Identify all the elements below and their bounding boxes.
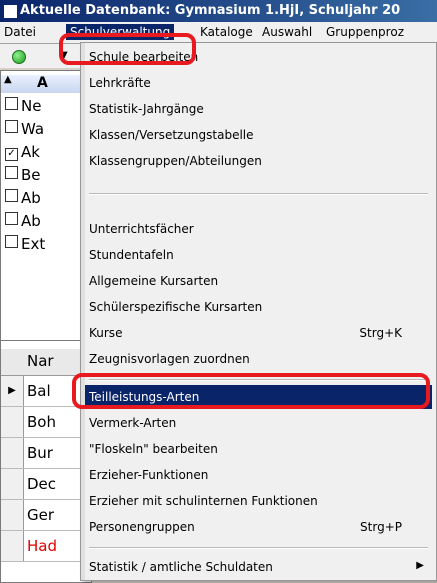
menu-separator xyxy=(89,547,428,549)
filter-label: Ne xyxy=(21,97,42,115)
row-indicator xyxy=(1,500,24,530)
menu-item-label: Klassen/Versetzungstabelle xyxy=(89,128,254,142)
filter-panel: A ▲ Ne Wa ✓ Ak Be Ab Ab Ext xyxy=(0,70,92,342)
menu-item-label: Stundentafeln xyxy=(89,248,174,262)
checkbox[interactable] xyxy=(5,235,18,248)
filter-row[interactable]: ✓ Ak xyxy=(5,143,40,161)
menu-kataloge[interactable]: Kataloge xyxy=(200,25,253,39)
menu-item-lehrkraefte[interactable]: Lehrkräfte xyxy=(89,71,432,95)
menu-item-label: Lehrkräfte xyxy=(89,76,151,90)
menu-item-label: Statistik-Jahrgänge xyxy=(89,102,204,116)
menu-item-klassen-versetzungstabelle[interactable]: Klassen/Versetzungstabelle xyxy=(89,123,432,147)
row-indicator xyxy=(1,469,24,499)
menu-item-label: "Floskeln" bearbeiten xyxy=(89,442,218,456)
row-indicator xyxy=(1,407,24,437)
filter-label: Be xyxy=(21,166,41,184)
schulverwaltung-dropdown-menu: Schule bearbeiten Lehrkräfte Statistik-J… xyxy=(80,42,437,581)
menu-item-statistik-amtliche-schuldaten[interactable]: Statistik / amtliche Schuldaten ▶ xyxy=(89,555,432,579)
filter-label: Ab xyxy=(21,189,41,207)
sort-up-icon[interactable]: ▲ xyxy=(4,74,12,85)
menu-item-erzieher-funktionen[interactable]: Erzieher-Funktionen xyxy=(89,463,432,487)
menu-item-label: Unterrichtsfächer xyxy=(89,222,194,236)
checkbox[interactable] xyxy=(5,189,18,202)
menu-item-statistik-jahrgaenge[interactable]: Statistik-Jahrgänge xyxy=(89,97,432,121)
grid-header[interactable]: Nar xyxy=(1,349,91,376)
table-cell-name: Bur xyxy=(27,444,53,462)
menu-item-label: Allgemeine Kursarten xyxy=(89,274,219,288)
submenu-arrow-icon: ▶ xyxy=(416,560,424,571)
menu-item-zeugnisvorlagen[interactable]: Zeugnisvorlagen zuordnen xyxy=(89,347,432,371)
current-row-arrow-icon: ▶ xyxy=(1,376,24,406)
menu-item-klassengruppen[interactable]: Klassengruppen/Abteilungen xyxy=(89,149,432,173)
table-row[interactable]: Ger xyxy=(1,500,91,531)
menu-gruppenprozesse[interactable]: Gruppenproz xyxy=(326,25,404,39)
menu-item-allgemeine-kursarten[interactable]: Allgemeine Kursarten xyxy=(89,269,432,293)
title-bar: Aktuelle Datenbank: Gymnasium 1.HjI, Sch… xyxy=(0,0,437,22)
menu-item-unterrichtsfaecher[interactable]: Unterrichtsfächer xyxy=(89,217,432,241)
table-row[interactable]: Bur xyxy=(1,438,91,469)
row-indicator xyxy=(1,438,24,468)
filter-row[interactable]: Be xyxy=(5,166,41,184)
table-row[interactable]: Dec xyxy=(1,469,91,500)
filter-label: Ak xyxy=(21,143,40,161)
filter-label: Wa xyxy=(21,120,45,138)
menu-item-label: Erzieher-Funktionen xyxy=(89,468,209,482)
menu-item-shortcut: Strg+K xyxy=(359,326,402,340)
menu-item-label: Erzieher mit schulinternen Funktionen xyxy=(89,494,318,508)
filter-row[interactable]: Ab xyxy=(5,212,41,230)
menu-item-label: Zeugnisvorlagen zuordnen xyxy=(89,352,250,366)
menu-item-stundentafeln[interactable]: Stundentafeln xyxy=(89,243,432,267)
table-row[interactable]: Boh xyxy=(1,407,91,438)
menu-item-personengruppen[interactable]: Personengruppen Strg+P xyxy=(89,515,432,539)
checkbox[interactable] xyxy=(5,166,18,179)
menu-datei[interactable]: Datei xyxy=(4,25,36,39)
filter-row[interactable]: Ab xyxy=(5,189,41,207)
menu-item-label: Schülerspezifische Kursarten xyxy=(89,300,263,314)
table-cell-name: Ger xyxy=(27,506,55,524)
menu-item-vermerk-arten[interactable]: Vermerk-Arten xyxy=(89,411,432,435)
menu-item-shortcut: Strg+P xyxy=(360,520,402,534)
checkbox-checked[interactable]: ✓ xyxy=(5,148,18,161)
menu-item-floskeln[interactable]: "Floskeln" bearbeiten xyxy=(89,437,432,461)
window-title: Aktuelle Datenbank: Gymnasium 1.HjI, Sch… xyxy=(20,3,401,18)
table-cell-name: Bal xyxy=(27,382,51,400)
row-indicator xyxy=(1,531,24,561)
menu-item-label: Kurse xyxy=(89,326,123,340)
filter-label: Ext xyxy=(21,235,46,253)
menu-item-kurse[interactable]: Kurse Strg+K xyxy=(89,321,432,345)
menu-item-erzieher-schulintern[interactable]: Erzieher mit schulinternen Funktionen xyxy=(89,489,432,513)
filter-panel-header[interactable]: A xyxy=(1,75,89,93)
table-cell-name: Boh xyxy=(27,413,56,431)
checkbox[interactable] xyxy=(5,97,18,110)
menu-auswahl[interactable]: Auswahl xyxy=(262,25,312,39)
menu-item-label: Vermerk-Arten xyxy=(89,416,177,430)
menu-item-label: Statistik / amtliche Schuldaten xyxy=(89,560,273,574)
column-header-name[interactable]: Nar xyxy=(27,352,54,370)
menu-item-label: Klassengruppen/Abteilungen xyxy=(89,154,262,168)
filter-label: Ab xyxy=(21,212,41,230)
menu-separator xyxy=(89,193,428,195)
highlight-box-menu xyxy=(59,33,196,65)
checkbox[interactable] xyxy=(5,212,18,225)
menu-item-schuelerspezifische-kursarten[interactable]: Schülerspezifische Kursarten xyxy=(89,295,432,319)
filter-row[interactable]: Ne xyxy=(5,97,41,115)
table-row[interactable]: Had xyxy=(1,531,91,562)
app-icon xyxy=(3,4,18,19)
table-cell-name: Had xyxy=(27,537,57,555)
menu-item-label: Personengruppen xyxy=(89,520,195,534)
checkbox[interactable] xyxy=(5,120,18,133)
filter-row[interactable]: Ext xyxy=(5,235,45,253)
filter-row[interactable]: Wa xyxy=(5,120,44,138)
menu-gutter xyxy=(81,43,85,580)
highlight-box-teilleistungs-arten xyxy=(72,373,430,409)
table-cell-name: Dec xyxy=(27,475,57,493)
green-led-icon xyxy=(12,50,26,64)
